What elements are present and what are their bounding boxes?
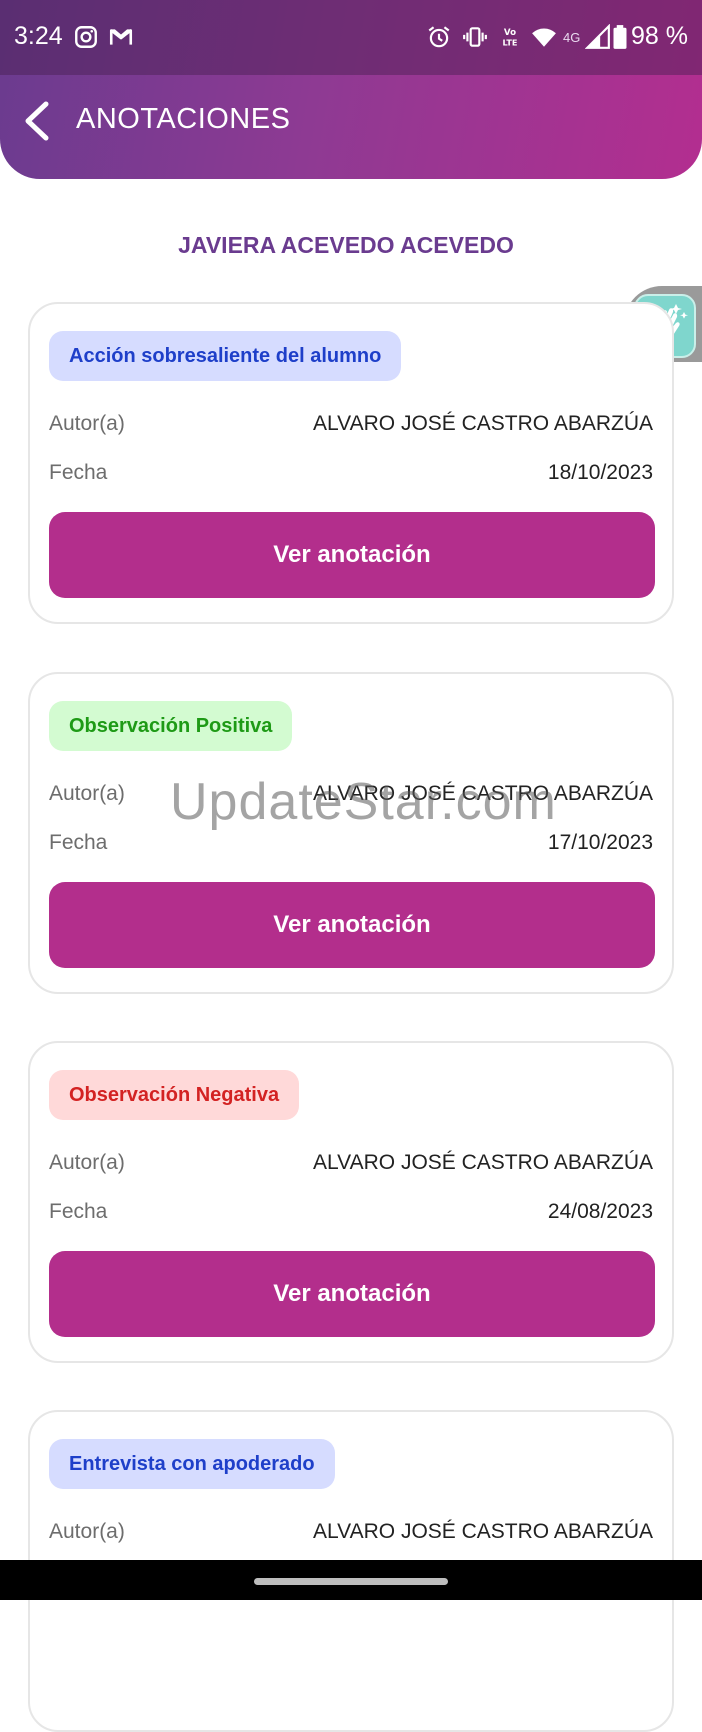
home-gesture-handle[interactable] (254, 1578, 448, 1585)
status-bar: 3:24 Vo LTE 4G 98 % (0, 0, 702, 75)
annotation-card: Observación Positiva Autor(a) ALVARO JOS… (28, 672, 674, 994)
volte-icon: Vo LTE (503, 28, 518, 48)
svg-text:LTE: LTE (503, 38, 518, 48)
date-value: 18/10/2023 (547, 461, 653, 484)
battery-icon (613, 25, 627, 49)
category-badge: Entrevista con apoderado (49, 1439, 335, 1489)
battery-percentage: 98 % (631, 22, 688, 50)
date-value: 17/10/2023 (547, 831, 653, 854)
signal-icon (585, 24, 610, 49)
view-annotation-button[interactable]: Ver anotación (49, 512, 655, 598)
author-label: Autor(a) (49, 1151, 125, 1174)
instagram-icon (75, 26, 97, 48)
network-type-label: 4G (563, 30, 581, 45)
page-title: ANOTACIONES (76, 103, 291, 135)
annotation-card: Acción sobresaliente del alumno Autor(a)… (28, 302, 674, 624)
app-header: 3:24 Vo LTE 4G 98 % ANOTACIONES (0, 0, 702, 179)
svg-text:Vo: Vo (504, 28, 516, 38)
category-badge: Acción sobresaliente del alumno (49, 331, 402, 381)
author-value: ALVARO JOSÉ CASTRO ABARZÚA (313, 1520, 653, 1543)
date-label: Fecha (49, 461, 108, 484)
date-label: Fecha (49, 831, 108, 854)
author-label: Autor(a) (49, 1520, 125, 1543)
chevron-left-icon[interactable] (18, 98, 58, 144)
category-badge: Observación Negativa (49, 1070, 300, 1120)
student-name: JAVIERA ACEVEDO ACEVEDO (178, 232, 514, 258)
status-time: 3:24 (14, 22, 63, 50)
gmail-icon (109, 29, 133, 45)
category-badge: Observación Positiva (49, 701, 293, 751)
author-value: ALVARO JOSÉ CASTRO ABARZÚA (313, 1151, 653, 1174)
system-navigation-bar (0, 1560, 702, 1600)
watermark-text: UpdateStar.com (170, 773, 557, 831)
view-annotation-button[interactable]: Ver anotación (49, 882, 655, 968)
date-label: Fecha (49, 1200, 108, 1223)
vibrate-icon (463, 27, 487, 47)
annotation-card: Observación Negativa Autor(a) ALVARO JOS… (28, 1041, 674, 1363)
wifi-icon (532, 28, 556, 47)
view-annotation-button[interactable]: Ver anotación (49, 1251, 655, 1337)
alarm-icon (428, 26, 450, 48)
author-value: ALVARO JOSÉ CASTRO ABARZÚA (313, 412, 653, 435)
author-label: Autor(a) (49, 412, 125, 435)
author-label: Autor(a) (49, 782, 125, 805)
date-value: 24/08/2023 (547, 1200, 653, 1223)
